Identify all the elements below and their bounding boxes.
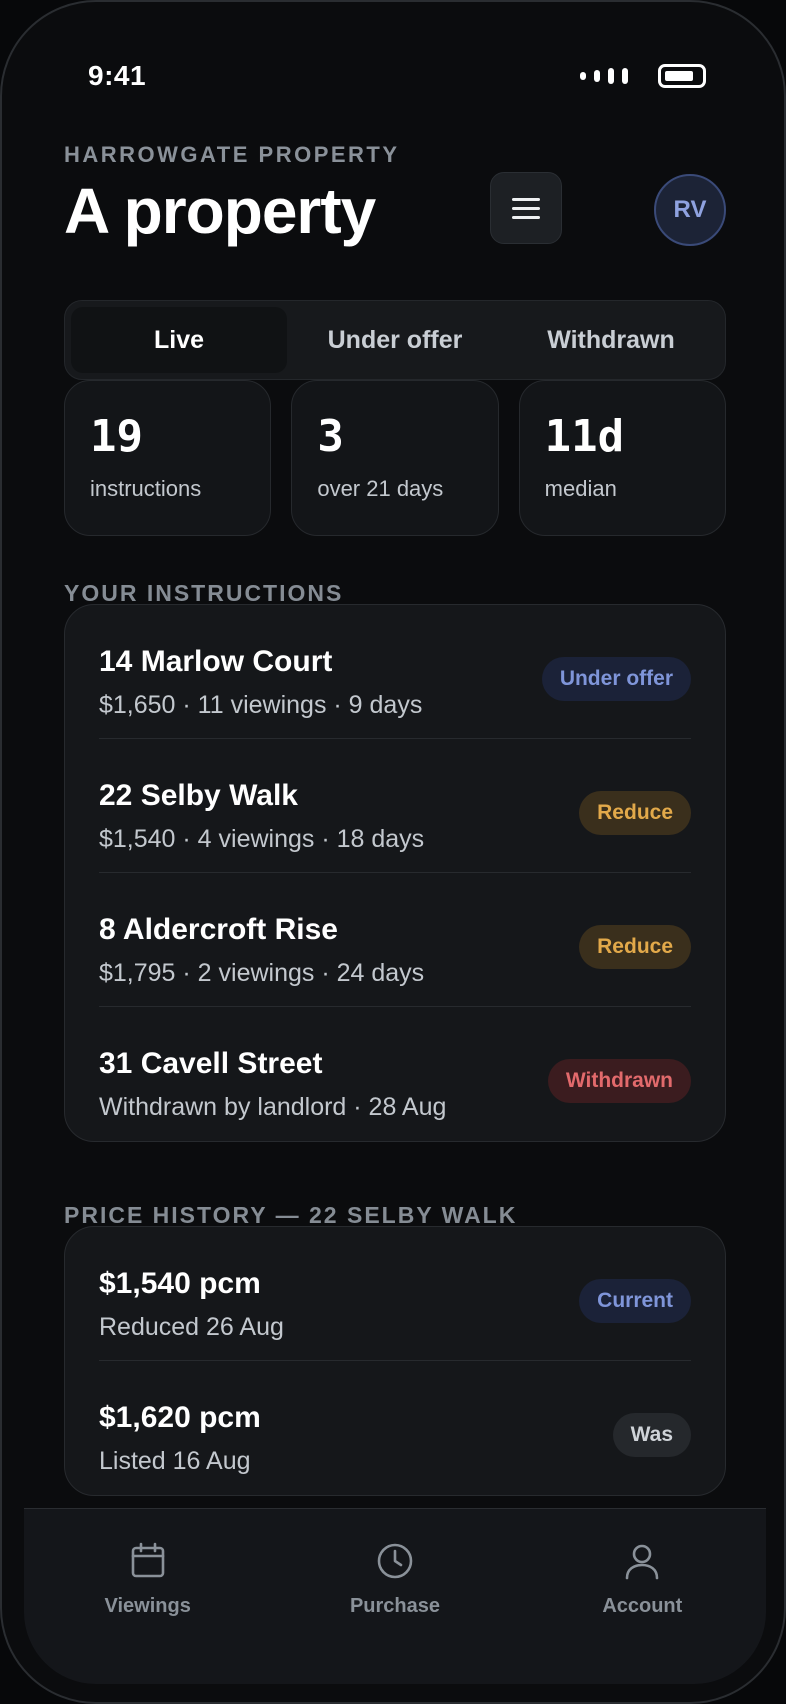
stat-label: median — [544, 476, 617, 501]
instruction-details: Withdrawn by landlord · 28 Aug — [99, 1093, 447, 1121]
screen: 9:41 HARROWGATE PROPERTY A property RV L… — [2, 2, 784, 1702]
instruction-address: 14 Marlow Court — [99, 645, 333, 678]
stat-card-instructions: 19 instructions — [64, 380, 272, 536]
stat-value: 3 — [317, 411, 344, 462]
hamburger-menu-icon-line — [512, 215, 540, 219]
page-kicker: HARROWGATE PROPERTY — [64, 142, 400, 167]
instructions-section-label: YOUR INSTRUCTIONS — [64, 580, 344, 606]
nav-label: Viewings — [104, 1595, 191, 1617]
nav-label: Purchase — [349, 1595, 441, 1617]
signal-icon — [580, 68, 628, 84]
stat-card-over-21-days: 3 over 21 days — [291, 380, 499, 536]
menu-button[interactable] — [490, 172, 562, 244]
stat-value: 11d — [544, 411, 625, 462]
status-bar: 9:41 — [88, 56, 706, 96]
instruction-details: $1,650 · 11 viewings · 9 days — [99, 691, 423, 719]
status-badge: Reduce — [579, 925, 691, 969]
status-badge: Current — [579, 1279, 691, 1323]
stat-card-median: 11d median — [518, 380, 726, 536]
stat-label: over 21 days — [317, 476, 444, 501]
list-item: $1,620 pcm Listed 16 Aug Was — [99, 1361, 691, 1495]
calendar-icon — [131, 1542, 164, 1578]
instructions-list: 14 Marlow Court $1,650 · 11 viewings · 9… — [64, 604, 726, 1142]
price-history-section-label: PRICE HISTORY — 22 SELBY WALK — [64, 1202, 518, 1228]
instruction-address: 31 Cavell Street — [99, 1047, 323, 1080]
page-title: A property — [64, 175, 376, 247]
status-badge: Reduce — [579, 791, 691, 835]
hamburger-menu-icon-line — [512, 206, 540, 210]
price-note: Listed 16 Aug — [99, 1447, 251, 1475]
instruction-details: $1,540 · 4 viewings · 18 days — [99, 825, 425, 853]
status-badge: Under offer — [541, 657, 691, 701]
list-item: $1,540 pcm Reduced 26 Aug Current — [99, 1227, 691, 1361]
stat-label: instructions — [90, 476, 202, 501]
hamburger-menu-icon — [512, 197, 540, 201]
device-frame: 9:41 HARROWGATE PROPERTY A property RV L… — [0, 0, 786, 1704]
tab-under-offer[interactable]: Under offer — [287, 307, 503, 373]
tab-withdrawn[interactable]: Withdrawn — [503, 307, 719, 373]
tab-live[interactable]: Live — [71, 307, 287, 373]
nav-item-purchase[interactable]: Purchase — [271, 1509, 518, 1684]
nav-item-viewings[interactable]: Viewings — [24, 1509, 271, 1684]
stat-value: 19 — [90, 411, 143, 462]
price-history-list: $1,540 pcm Reduced 26 Aug Current $1,620… — [64, 1226, 726, 1496]
status-tabs: Live Under offer Withdrawn — [64, 300, 726, 380]
nav-label: Account — [602, 1595, 683, 1617]
stats-row: 19 instructions 3 over 21 days 11d media… — [64, 380, 726, 536]
bottom-nav: Viewings Purchase Account — [24, 1508, 766, 1684]
instruction-address: 8 Aldercroft Rise — [99, 913, 338, 946]
status-badge: Was — [612, 1413, 691, 1457]
avatar[interactable]: RV — [654, 174, 726, 246]
list-item[interactable]: 31 Cavell Street Withdrawn by landlord ·… — [99, 1007, 691, 1141]
price-note: Reduced 26 Aug — [99, 1313, 284, 1341]
instruction-address: 22 Selby Walk — [99, 779, 298, 812]
clock-icon — [377, 1543, 413, 1579]
list-item[interactable]: 22 Selby Walk $1,540 · 4 viewings · 18 d… — [99, 739, 691, 873]
status-time: 9:41 — [88, 60, 147, 91]
battery-icon — [658, 64, 706, 88]
status-badge: Withdrawn — [547, 1059, 691, 1103]
nav-item-account[interactable]: Account — [519, 1509, 766, 1684]
person-icon — [626, 1544, 659, 1580]
price-value: $1,620 pcm — [99, 1401, 261, 1434]
instruction-details: $1,795 · 2 viewings · 24 days — [99, 959, 425, 987]
list-item[interactable]: 8 Aldercroft Rise $1,795 · 2 viewings · … — [99, 873, 691, 1007]
list-item[interactable]: 14 Marlow Court $1,650 · 11 viewings · 9… — [99, 605, 691, 739]
price-value: $1,540 pcm — [99, 1267, 261, 1300]
